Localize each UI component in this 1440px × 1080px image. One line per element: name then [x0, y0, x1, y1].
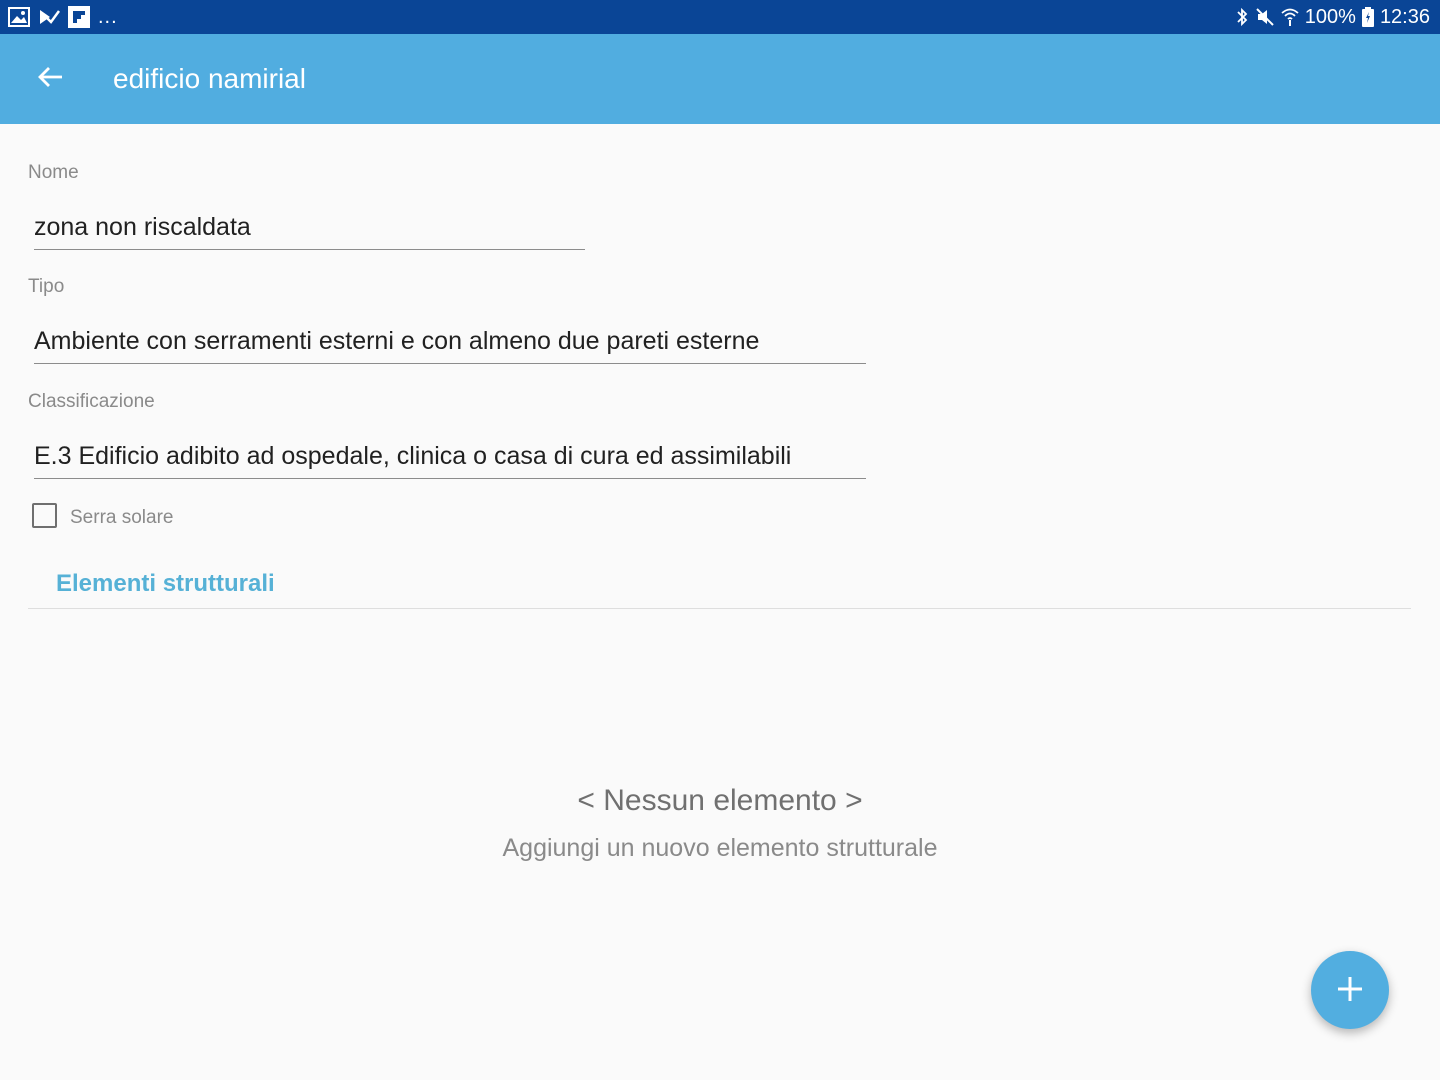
bluetooth-icon [1235, 7, 1249, 27]
battery-percentage: 100% [1304, 5, 1356, 28]
tipo-label: Tipo [28, 276, 65, 297]
app-bar: edificio namirial [0, 34, 1440, 124]
notification-icons: ... [8, 5, 118, 29]
nome-label: Nome [28, 162, 79, 183]
section-title-elementi-strutturali: Elementi strutturali [56, 570, 275, 597]
classificazione-select[interactable]: E.3 Edificio adibito ad ospedale, clinic… [34, 440, 866, 479]
page-title: edificio namirial [113, 63, 306, 94]
mute-icon [1255, 7, 1275, 27]
section-divider [28, 608, 1411, 609]
serra-solare-label: Serra solare [70, 507, 174, 528]
nome-input[interactable]: zona non riscaldata [34, 211, 585, 250]
empty-state-title: < Nessun elemento > [577, 784, 863, 817]
battery-icon [1361, 7, 1374, 27]
serra-solare-row[interactable]: Serra solare [32, 500, 174, 530]
add-element-fab[interactable] [1311, 951, 1389, 1029]
flipboard-icon [68, 6, 90, 28]
wifi-icon [1281, 7, 1299, 27]
arrow-back-icon [37, 66, 63, 93]
task-icon [38, 7, 60, 27]
clock: 12:36 [1379, 5, 1430, 28]
gallery-icon [8, 7, 30, 27]
system-icons: 100% 12:36 [1235, 4, 1430, 30]
more-notifications-indicator: ... [98, 6, 118, 28]
tipo-select[interactable]: Ambiente con serramenti esterni e con al… [34, 325, 866, 364]
status-bar: ... 100% 12:36 [0, 0, 1440, 34]
classificazione-label: Classificazione [28, 391, 155, 412]
back-button[interactable] [30, 59, 70, 99]
plus-icon [1335, 974, 1365, 1007]
serra-solare-checkbox[interactable] [32, 502, 57, 528]
empty-state-subtitle: Aggiungi un nuovo elemento strutturale [502, 834, 938, 862]
